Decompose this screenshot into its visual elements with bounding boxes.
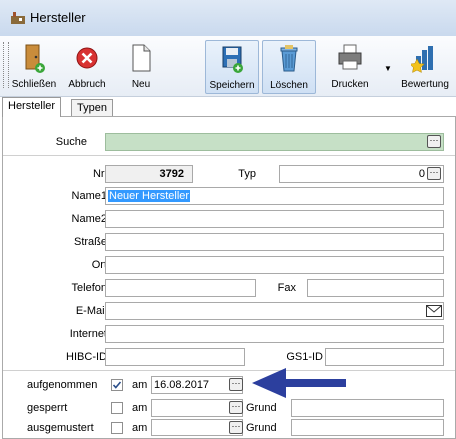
close-button-label: Schließen <box>11 79 57 90</box>
retired-am-label: am <box>132 422 148 434</box>
typ-lookup-button[interactable]: ··· <box>427 167 441 180</box>
recorded-date-picker-button[interactable]: ··· <box>229 378 243 391</box>
locked-reason-field[interactable] <box>291 399 444 417</box>
cancel-button-label: Abbruch <box>68 79 106 90</box>
search-lookup-button[interactable]: ··· <box>427 135 441 148</box>
separator <box>3 155 455 156</box>
send-email-icon[interactable] <box>426 305 442 317</box>
name1-label: Name1 <box>71 190 107 202</box>
locked-am-label: am <box>132 402 148 414</box>
new-button[interactable]: Neu <box>116 40 166 92</box>
internet-label: Internet <box>69 328 107 340</box>
locked-date-picker-button[interactable]: ··· <box>229 401 243 414</box>
locked-reason-label: Grund <box>246 402 277 414</box>
internet-field[interactable] <box>105 325 444 343</box>
cancel-button[interactable]: Abbruch <box>62 40 112 92</box>
hibc-label: HIBC-ID <box>66 351 107 363</box>
title-bar: Hersteller <box>0 0 456 37</box>
recorded-checkbox[interactable] <box>111 379 123 391</box>
print-dropdown-arrow-icon[interactable]: ▼ <box>384 64 392 73</box>
separator <box>3 370 455 371</box>
retired-label: ausgemustert <box>27 422 94 434</box>
arrow-annotation <box>252 368 346 398</box>
print-button[interactable]: Drucken <box>323 40 377 92</box>
hersteller-window: Hersteller Schließen Abbruch Neu Speiche… <box>0 0 456 439</box>
typ-label: Typ <box>238 168 256 180</box>
name2-label: Name2 <box>71 213 107 225</box>
tab-strip: Hersteller Typen <box>0 97 456 117</box>
nr-label: Nr. <box>92 168 107 180</box>
toolbar: Schließen Abbruch Neu Speichern Löschen … <box>0 36 456 97</box>
delete-button[interactable]: Löschen <box>262 40 316 94</box>
rating-chart-icon <box>411 46 433 73</box>
form-panel: Suche ··· Nr. 3792 Typ 0 ··· Name1 Neuer… <box>2 116 456 439</box>
tab-typen[interactable]: Typen <box>71 99 113 116</box>
rating-button-label: Bewertung <box>401 79 449 90</box>
save-icon <box>222 46 243 73</box>
print-button-label: Drucken <box>331 79 369 90</box>
phone-field[interactable] <box>105 279 256 297</box>
cancel-icon <box>76 47 98 69</box>
retired-date-picker-button[interactable]: ··· <box>229 421 243 434</box>
printer-icon <box>338 44 362 70</box>
save-button[interactable]: Speichern <box>205 40 259 94</box>
retired-reason-label: Grund <box>246 422 277 434</box>
app-icon <box>11 12 25 24</box>
city-label: Ort <box>91 259 107 271</box>
name1-value: Neuer Hersteller <box>108 190 191 202</box>
tab-hersteller[interactable]: Hersteller <box>2 97 62 117</box>
fax-label: Fax <box>277 282 296 294</box>
rating-button[interactable]: Bewertung <box>396 40 454 92</box>
retired-checkbox[interactable] <box>111 422 123 434</box>
trash-icon <box>280 45 298 72</box>
save-button-label: Speichern <box>209 80 255 91</box>
city-field[interactable] <box>105 256 444 274</box>
hibc-field[interactable] <box>105 348 245 366</box>
search-input[interactable] <box>105 133 444 151</box>
gs1-field[interactable] <box>325 348 444 366</box>
door-exit-icon <box>25 44 45 73</box>
street-label: Straße <box>73 236 107 248</box>
typ-field[interactable]: 0 <box>279 165 444 183</box>
locked-checkbox[interactable] <box>111 402 123 414</box>
street-field[interactable] <box>105 233 444 251</box>
recorded-am-label: am <box>132 379 148 391</box>
retired-reason-field[interactable] <box>291 419 444 436</box>
recorded-label: aufgenommen <box>27 379 98 391</box>
delete-button-label: Löschen <box>270 80 308 91</box>
nr-field: 3792 <box>105 165 193 183</box>
checkmark-icon <box>112 381 122 389</box>
fax-field[interactable] <box>307 279 444 297</box>
gs1-label: GS1-ID <box>286 351 323 363</box>
window-title: Hersteller <box>30 10 86 25</box>
new-button-label: Neu <box>131 79 151 90</box>
name1-field[interactable]: Neuer Hersteller <box>105 187 444 205</box>
phone-label: Telefon <box>71 282 107 294</box>
email-field[interactable] <box>105 302 444 320</box>
email-label: E-Mail <box>75 305 107 317</box>
new-document-icon <box>132 44 151 72</box>
search-label: Suche <box>55 136 87 148</box>
name2-field[interactable] <box>105 210 444 228</box>
close-button[interactable]: Schließen <box>9 40 59 92</box>
locked-label: gesperrt <box>27 402 68 414</box>
